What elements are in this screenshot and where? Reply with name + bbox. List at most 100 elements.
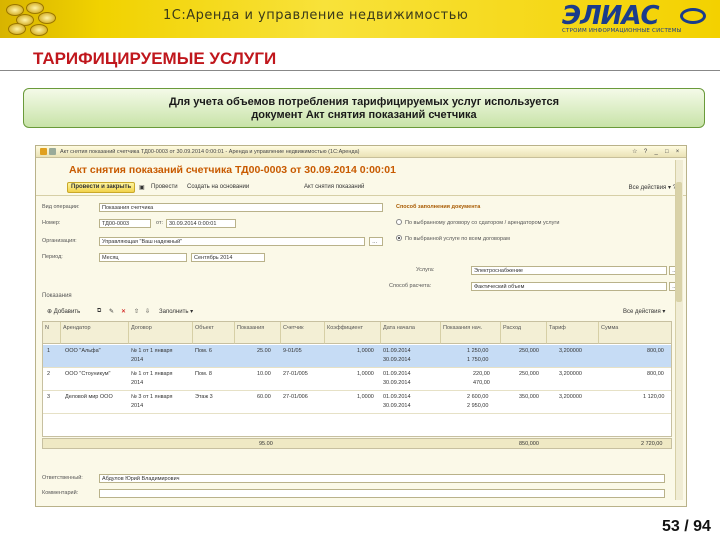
post-and-close-button[interactable]: Провести и закрыть	[67, 182, 136, 193]
date-label: от:	[156, 220, 163, 226]
column-header[interactable]: N	[43, 322, 61, 344]
cell-date-start: 01.09.2014	[383, 394, 411, 400]
coin-icon	[38, 12, 56, 24]
table-all-actions-menu[interactable]: Все действия ▾	[620, 307, 668, 318]
cell-tenant: Деловой мир ООО	[65, 394, 113, 400]
top-banner: 1С:Аренда и управление недвижимостью ЭЛИ…	[0, 0, 720, 38]
organization-select-button[interactable]: …	[369, 237, 383, 246]
operation-field[interactable]: Показания счетчика	[99, 203, 383, 212]
logo-text: ЭЛИАС	[562, 1, 660, 31]
help-icon[interactable]: ?	[641, 149, 650, 155]
cell-reading-start: 2 600,00	[467, 394, 489, 400]
section-title: ТАРИФИЦИРУЕМЫЕ УСЛУГИ	[33, 49, 277, 68]
move-up-icon[interactable]: ⇧	[131, 307, 142, 318]
page-number: 53 / 94	[662, 518, 711, 535]
organization-field[interactable]: Управляющая "Ваш надежный"	[99, 237, 365, 246]
number-field[interactable]: ТД00-0003	[99, 219, 151, 228]
caption-line-1: Для учета объемов потребления тарифициру…	[168, 96, 560, 108]
cell-usage: 350,000	[519, 394, 539, 400]
cell-reading-end: 1 750,00	[467, 357, 489, 363]
cell-date-end: 30.09.2014	[383, 380, 411, 386]
cell-tenant: ООО "Стоуникум"	[65, 371, 111, 377]
all-actions-menu[interactable]: Все действия ▾ ?	[629, 184, 676, 191]
column-header[interactable]: Коэффициент	[325, 322, 381, 344]
edit-icon[interactable]: ✎	[106, 307, 117, 318]
cell-tariff: 3,200000	[559, 371, 582, 377]
cell-object: Пом. 6	[195, 348, 212, 354]
cell-usage: 250,000	[519, 371, 539, 377]
minimize-icon[interactable]: _	[652, 149, 661, 155]
column-header[interactable]: Арендатор	[61, 322, 129, 344]
period-label: Период:	[42, 254, 63, 260]
tab-readings[interactable]: Показания	[42, 293, 72, 299]
cell-reading: 60.00	[257, 394, 271, 400]
move-down-icon[interactable]: ⇩	[142, 307, 153, 318]
column-header[interactable]: Договор	[129, 322, 193, 344]
nav-icon[interactable]	[49, 148, 56, 155]
caption-box: Для учета объемов потребления тарифициру…	[23, 88, 705, 128]
cell-sum: 800,00	[647, 348, 664, 354]
print-act-button[interactable]: Акт снятия показаний	[301, 183, 367, 194]
total-usage: 850,000	[519, 441, 539, 447]
cell-contract-year: 2014	[131, 403, 144, 409]
window-title: Акт снятия показаний счетчика ТД00-0003 …	[60, 149, 360, 155]
table-row[interactable]: 2 ООО "Стоуникум" № 1 от 1 января 2014 П…	[43, 368, 671, 391]
delete-icon[interactable]: ✕	[118, 307, 129, 318]
column-header[interactable]: Тариф	[547, 322, 599, 344]
cell-reading-start: 220,00	[473, 371, 490, 377]
cell-reading-end: 470,00	[473, 380, 490, 386]
company-logo: ЭЛИАС СТРОИМ ИНФОРМАЦИОННЫЕ СИСТЕМЫ	[562, 1, 712, 35]
coin-icon	[30, 24, 48, 36]
column-header[interactable]: Сумма	[599, 322, 671, 344]
column-header[interactable]: Расход	[501, 322, 547, 344]
column-header[interactable]: Дата начала	[381, 322, 441, 344]
period-value-field[interactable]: Сентябрь 2014	[191, 253, 265, 262]
service-field[interactable]: Электроснабжение	[471, 266, 667, 275]
number-label: Номер:	[42, 220, 61, 226]
close-icon[interactable]: ×	[673, 149, 682, 155]
service-label: Услуга:	[416, 267, 435, 273]
add-row-button[interactable]: ⊕ Добавить	[44, 307, 83, 318]
total-sum: 2 720,00	[641, 441, 663, 447]
column-header[interactable]: Объект	[193, 322, 235, 344]
cell-reading: 25.00	[257, 348, 271, 354]
fill-table-button[interactable]: Заполнить ▾	[156, 307, 196, 318]
column-header[interactable]: Показания нач.	[441, 322, 501, 344]
cell-reading-start: 1 250,00	[467, 348, 489, 354]
save-icon[interactable]: ▣	[136, 183, 148, 194]
coin-icon	[8, 23, 26, 35]
cell-tariff: 3,200000	[559, 348, 582, 354]
cell-date-end: 30.09.2014	[383, 357, 411, 363]
period-type-select[interactable]: Месяц	[99, 253, 187, 262]
cell-reading: 10.00	[257, 371, 271, 377]
cell-usage: 250,000	[519, 348, 539, 354]
table-all-actions-label: Все действия	[623, 309, 661, 315]
comment-field[interactable]	[99, 489, 665, 498]
add-row-label: Добавить	[53, 309, 81, 315]
title-divider	[0, 70, 720, 71]
copy-icon[interactable]: ⧉	[94, 307, 104, 318]
maximize-icon[interactable]: □	[662, 149, 671, 155]
cell-n: 2	[47, 371, 51, 377]
operation-label: Вид операции:	[42, 204, 80, 210]
date-field[interactable]: 30.09.2014 0:00:01	[166, 219, 236, 228]
cell-sum: 1 120,00	[643, 394, 665, 400]
favorite-icon[interactable]: ☆	[630, 148, 639, 155]
create-based-on-button[interactable]: Создать на основании	[184, 183, 252, 194]
column-header[interactable]: Показания	[235, 322, 281, 344]
cell-n: 1	[47, 348, 51, 354]
calc-method-label: Способ расчета:	[389, 283, 432, 289]
window-controls: ☆ ? _ □ ×	[630, 148, 682, 155]
post-button[interactable]: Провести	[148, 183, 181, 194]
cell-object: Пом. 8	[195, 371, 212, 377]
calc-method-field[interactable]: Фактический объем	[471, 282, 667, 291]
fill-by-contract-radio[interactable]	[396, 219, 402, 225]
fill-by-service-radio[interactable]	[396, 235, 402, 241]
responsible-field[interactable]: Абдулов Юрий Владимирович	[99, 474, 665, 483]
table-row[interactable]: 1 ООО "Альфа" № 1 от 1 января 2014 Пом. …	[43, 345, 671, 368]
fill-method-header: Способ заполнения документа	[396, 204, 481, 210]
cell-contract-year: 2014	[131, 380, 144, 386]
column-header[interactable]: Счетчик	[281, 322, 325, 344]
table-row[interactable]: 3 Деловой мир ООО № 3 от 1 января 2014 Э…	[43, 391, 671, 414]
scrollbar-thumb[interactable]	[676, 182, 682, 302]
